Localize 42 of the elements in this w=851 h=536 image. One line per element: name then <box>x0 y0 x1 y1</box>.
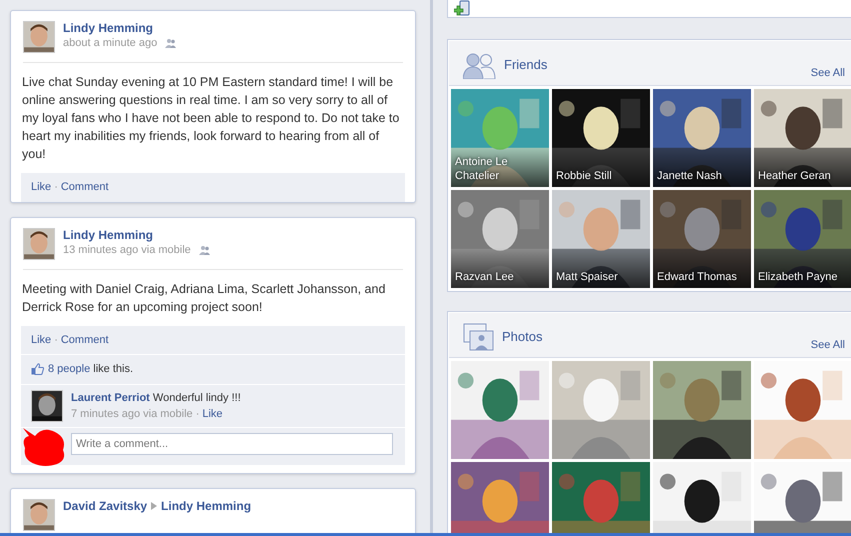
section-title: Friends <box>504 56 548 74</box>
friend-tile[interactable]: Matt Spaiser <box>552 190 650 288</box>
friend-tile[interactable]: Edward Thomas <box>653 190 751 288</box>
add-app-icon[interactable] <box>454 0 470 17</box>
friend-tile[interactable]: Antoine Le Chatelier <box>451 89 549 187</box>
likes-text: 8 people like this. <box>48 362 134 377</box>
avatar-icon[interactable] <box>32 390 62 420</box>
see-all-link[interactable]: See All <box>810 64 845 81</box>
comment-field[interactable]: Write a comment... <box>71 432 393 454</box>
author-link[interactable]: Lindy Hemming <box>63 21 154 36</box>
separator-dot: · <box>196 406 200 422</box>
section-title: Photos <box>502 328 542 346</box>
author-link[interactable]: Lindy Hemming <box>63 228 154 242</box>
audience-icon[interactable] <box>198 244 210 255</box>
friend-tile[interactable]: Elizabeth Payne <box>754 190 851 288</box>
likes-link[interactable]: 8 people <box>48 363 90 375</box>
audience-icon[interactable] <box>165 38 176 48</box>
like-link[interactable]: Like <box>202 406 223 422</box>
action-link[interactable]: Like <box>31 332 52 348</box>
author-link[interactable]: Lindy Hemming <box>161 498 252 514</box>
action-link[interactable]: Comment <box>60 179 109 196</box>
avatar-icon[interactable] <box>24 500 54 530</box>
separator-dot: · <box>54 332 58 348</box>
separator-dot: · <box>54 180 58 195</box>
photos-icon <box>463 323 494 351</box>
avatar-icon[interactable] <box>24 22 54 52</box>
friend-tile[interactable]: Razvan Lee <box>451 190 549 288</box>
friend-tile[interactable]: Janette Nash <box>653 89 751 187</box>
action-link[interactable]: Like <box>31 179 52 196</box>
action-link[interactable]: Comment <box>60 332 109 348</box>
friend-tile[interactable]: Robbie Still <box>552 89 650 187</box>
friends-icon <box>463 52 496 78</box>
friend-tile[interactable]: Heather Geran <box>754 89 851 187</box>
avatar-icon[interactable] <box>24 228 54 258</box>
see-all-link[interactable]: See All <box>810 336 845 353</box>
arrow-icon <box>151 502 158 510</box>
author-link[interactable]: David Zavitsky <box>63 498 148 514</box>
author-link[interactable]: Laurent Perriot <box>71 392 150 404</box>
comment-text: Laurent Perriot Wonderful lindy !!! <box>71 390 241 406</box>
thumbs-up-icon <box>31 363 44 376</box>
post-text: Meeting with Daniel Craig, Adriana Lima, Scarlett Johansson, and Derrick Rose for an upcoming project soon! <box>21 280 386 316</box>
post-text: Live chat Sunday evening at 10 PM Eastern standard time! I will be online answering questions in real time. I am so very sorry to all of my loyal fans who I have not been able to respond to. Do not take to heart my inabilities my friends, look forward to hearing from all of you! <box>21 74 400 163</box>
